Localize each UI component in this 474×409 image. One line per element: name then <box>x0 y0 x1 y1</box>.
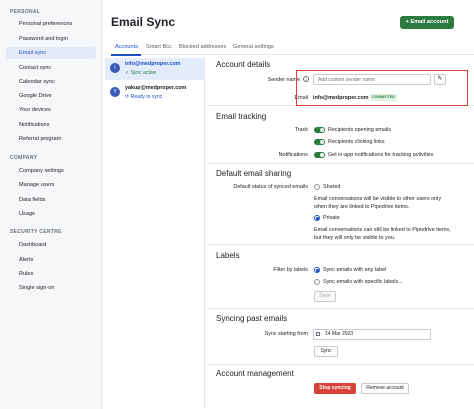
add-email-account-button[interactable]: + Email account <box>400 16 454 29</box>
sync-start-date-input[interactable]: 14 Mar 2023 <box>313 329 431 340</box>
sidebar-item-password-login[interactable]: Password and login <box>6 33 96 45</box>
toggle-tracking-notifications[interactable] <box>314 152 325 158</box>
tab-accounts[interactable]: Accounts <box>115 44 138 50</box>
specific-labels-option: Sync emails with specific labels... <box>323 279 403 285</box>
sidebar-section-personal: PERSONAL <box>10 9 41 15</box>
section-title: Default email sharing <box>216 169 292 178</box>
sidebar-item-notifications[interactable]: Notifications <box>6 119 96 131</box>
sidebar-item-google-drive[interactable]: Google Drive <box>6 90 96 102</box>
radio-private[interactable] <box>314 215 320 221</box>
private-description: but they will only be visible to you. <box>314 235 396 241</box>
sidebar-item-calendar-sync[interactable]: Calendar sync <box>6 76 96 88</box>
shared-description: when they are linked to Pipedrive items. <box>314 204 410 210</box>
toggle-clicking-links[interactable] <box>314 139 325 145</box>
tab-blocked-addresses[interactable]: Blocked addresses <box>179 44 226 50</box>
highlight-box <box>296 70 468 106</box>
tracking-notifications-label: Get in-app notifications for tracking ac… <box>328 152 434 158</box>
sidebar-item-rules[interactable]: Rules <box>6 268 96 280</box>
toggle-opening-emails[interactable] <box>314 127 325 133</box>
sidebar-section-security: SECURITY CENTRE <box>10 229 62 235</box>
sharing-status-label: Default status of synced emails <box>233 184 308 190</box>
private-description: Email conversations can still be linked … <box>314 227 451 233</box>
any-label-option: Sync emails with any label <box>323 267 387 273</box>
settings-sidebar: PERSONAL Personal preferences Password a… <box>0 0 102 409</box>
avatar: I <box>110 63 120 73</box>
account-item-info[interactable]: I info@medproper.com ✓ Sync active <box>105 58 205 80</box>
calendar-icon <box>316 332 320 336</box>
labels-section: Labels <box>208 246 474 309</box>
radio-specific-labels[interactable] <box>314 279 320 285</box>
accounts-list: I info@medproper.com ✓ Sync active Y yak… <box>105 58 205 408</box>
sync-button[interactable]: Sync <box>314 346 338 357</box>
sidebar-item-company-settings[interactable]: Company settings <box>6 165 96 177</box>
radio-shared[interactable] <box>314 184 320 190</box>
sidebar-item-data-fields[interactable]: Data fields <box>6 194 96 206</box>
clicking-links-label: Recipients clicking links <box>328 139 385 145</box>
sidebar-item-contact-sync[interactable]: Contact sync <box>6 62 96 74</box>
sidebar-item-single-sign-on[interactable]: Single sign-on <box>6 282 96 294</box>
sidebar-item-referral-program[interactable]: Referral program <box>6 133 96 145</box>
sidebar-item-personal-preferences[interactable]: Personal preferences <box>6 18 96 30</box>
notifications-label: Notifications <box>278 152 308 158</box>
sidebar-section-company: COMPANY <box>10 155 38 161</box>
sync-start-label: Sync starting from <box>264 331 308 337</box>
sidebar-item-email-sync[interactable]: Email sync <box>6 47 96 59</box>
page-title: Email Sync <box>111 15 176 29</box>
section-title: Account details <box>216 60 271 69</box>
tab-general-settings[interactable]: General settings <box>233 44 274 50</box>
sync-status: ⟳ Ready to sync <box>125 94 163 100</box>
save-button[interactable]: Save <box>314 291 336 302</box>
section-title: Email tracking <box>216 112 267 121</box>
remove-account-button[interactable]: Remove account <box>361 383 409 394</box>
section-title: Syncing past emails <box>216 314 288 323</box>
shared-description: Email conversations will be visible to o… <box>314 196 442 202</box>
radio-any-label[interactable] <box>314 267 320 273</box>
sender-name-label: Sender name <box>267 77 300 83</box>
sync-start-date-value: 14 Mar 2023 <box>325 331 354 337</box>
track-label: Track <box>294 127 308 133</box>
tab-bar: Accounts Smart Bcc Blocked addresses Gen… <box>111 40 474 55</box>
account-email: yakup@medproper.com <box>125 85 187 91</box>
account-item-yakup[interactable]: Y yakup@medproper.com ⟳ Ready to sync <box>105 82 205 104</box>
sidebar-item-manage-users[interactable]: Manage users <box>6 179 96 191</box>
filter-labels-label: Filter by labels <box>273 267 308 273</box>
tab-smart-bcc[interactable]: Smart Bcc <box>146 44 172 50</box>
account-email: info@medproper.com <box>125 61 181 67</box>
section-title: Account management <box>216 369 294 378</box>
stop-syncing-button[interactable]: Stop syncing <box>314 383 356 394</box>
sidebar-item-usage[interactable]: Usage <box>6 208 96 220</box>
opening-emails-label: Recipients opening emails <box>328 127 391 133</box>
sidebar-item-dashboard[interactable]: Dashboard <box>6 239 96 251</box>
active-tab-indicator <box>111 54 141 56</box>
sidebar-item-your-devices[interactable]: Your devices <box>6 104 96 116</box>
sidebar-item-alerts[interactable]: Alerts <box>6 254 96 266</box>
avatar: Y <box>110 87 120 97</box>
private-option-label: Private <box>323 215 340 221</box>
shared-option-label: Shared <box>323 184 341 190</box>
sync-status: ✓ Sync active <box>125 70 157 76</box>
section-title: Labels <box>216 251 240 260</box>
